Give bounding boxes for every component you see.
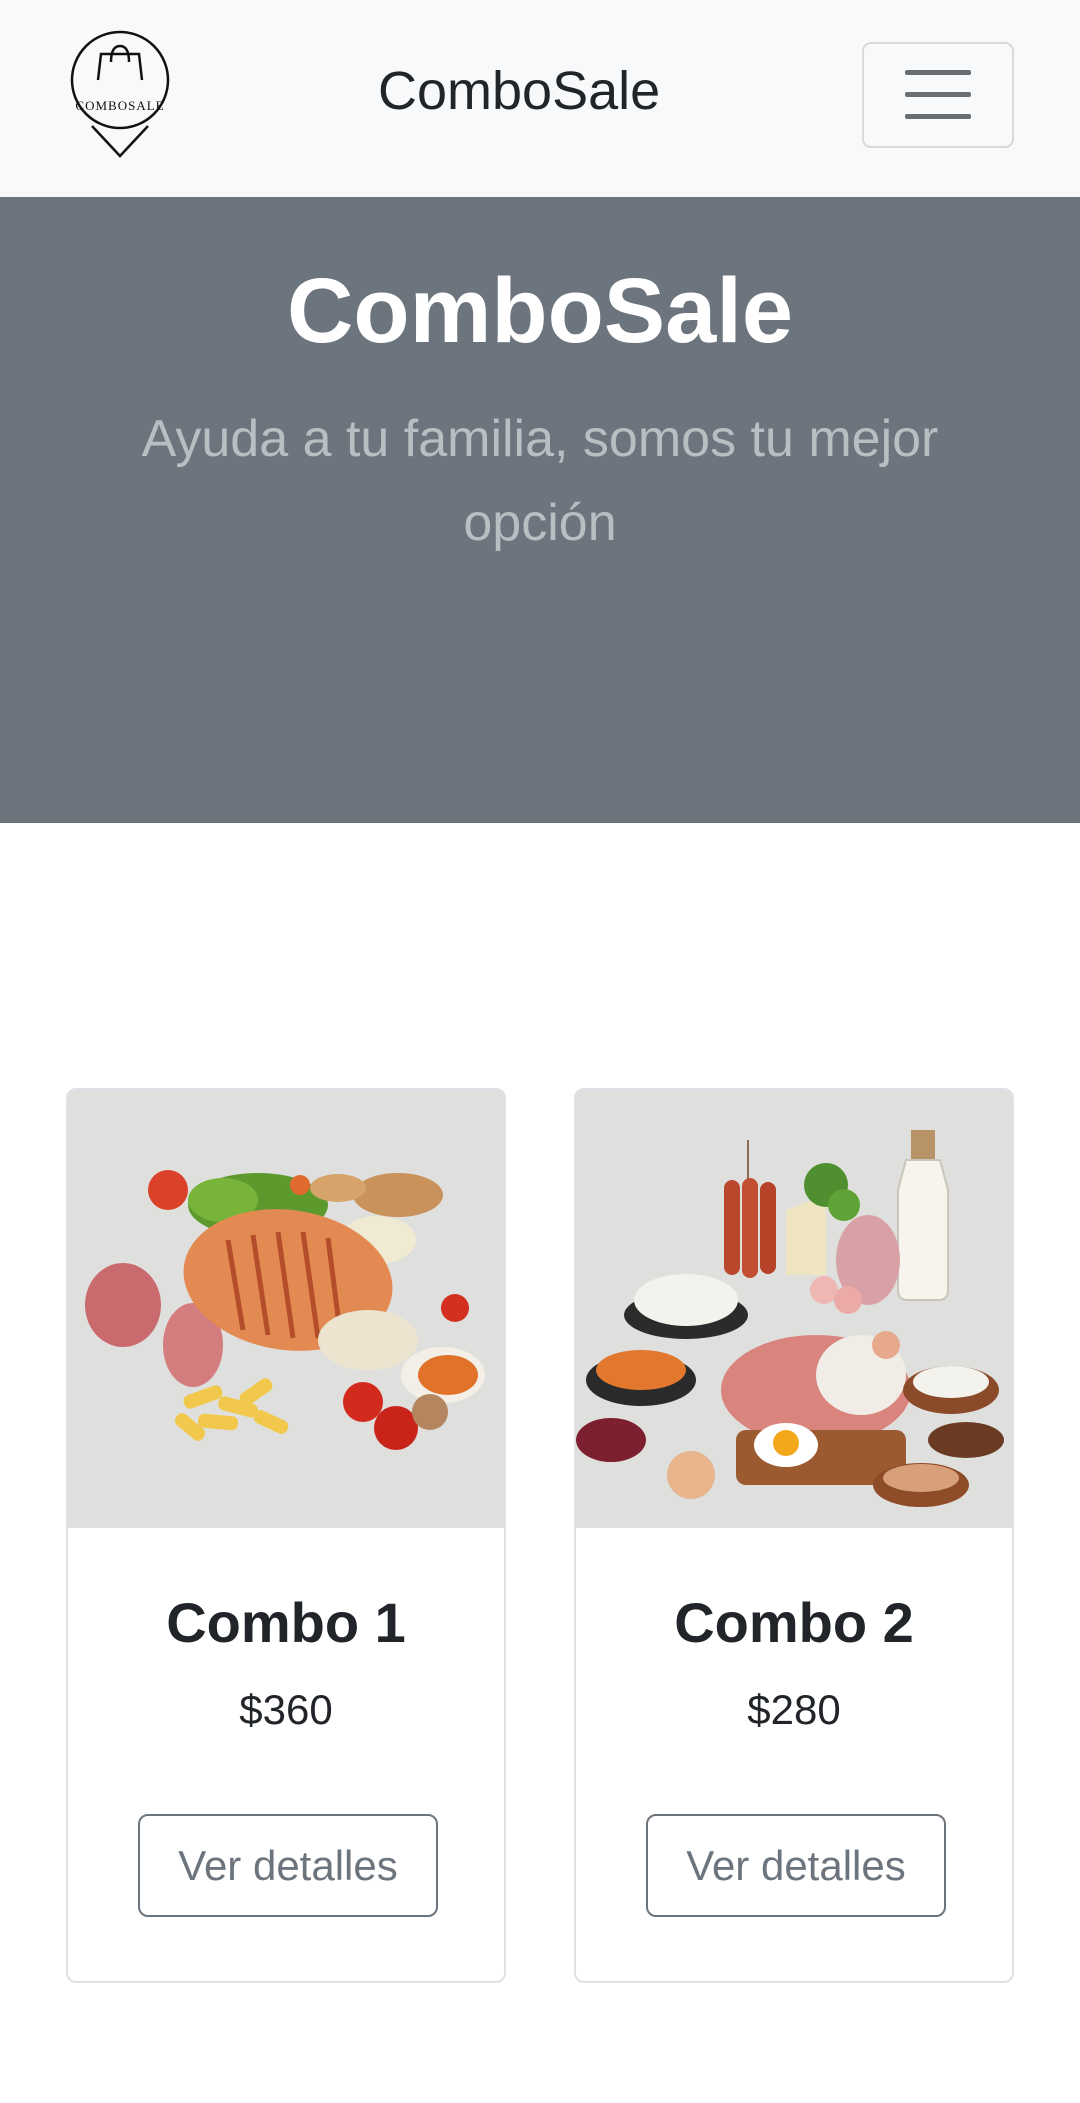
navbar-brand[interactable]: ComboSale	[378, 60, 660, 122]
product-card: Combo 1 $360 Ver detalles	[66, 1088, 506, 1983]
product-title: Combo 1	[166, 1591, 406, 1654]
combosale-logo[interactable]: COMBOSALE	[68, 30, 172, 162]
product-price: $280	[747, 1686, 841, 1733]
hero-title: ComboSale	[286, 260, 794, 362]
top-navbar: COMBOSALE ComboSale	[0, 0, 1080, 197]
product-image	[576, 1090, 1012, 1528]
grilled-meat-vegetables-photo	[68, 1090, 504, 1528]
hero-subtitle: Ayuda a tu familia, somos tu mejor opció…	[141, 410, 939, 552]
menu-toggle-button[interactable]	[862, 42, 1014, 148]
product-card: Combo 2 $280 Ver detalles	[574, 1088, 1014, 1983]
view-details-button[interactable]: Ver detalles	[646, 1814, 946, 1917]
product-price: $360	[239, 1686, 333, 1733]
groceries-meat-dairy-photo	[576, 1090, 1012, 1528]
view-details-button[interactable]: Ver detalles	[138, 1814, 438, 1917]
shopping-bag-pin-logo-icon: COMBOSALE	[70, 30, 170, 158]
svg-text:COMBOSALE: COMBOSALE	[75, 98, 164, 113]
hamburger-menu-icon	[905, 70, 971, 120]
product-image	[68, 1090, 504, 1528]
hero-banner: ComboSale Ayuda a tu familia, somos tu m…	[0, 197, 1080, 823]
product-title: Combo 2	[674, 1591, 914, 1654]
